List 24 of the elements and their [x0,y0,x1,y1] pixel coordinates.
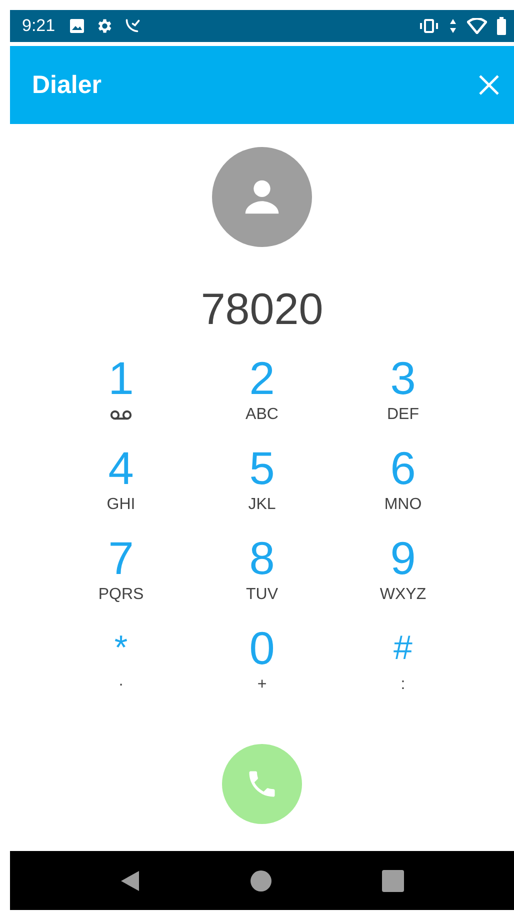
app-title: Dialer [32,70,102,100]
back-button[interactable] [120,870,140,892]
dial-key[interactable]: # : [332,623,474,697]
image-icon [69,18,86,34]
dialed-number: 78020 [200,284,324,336]
vibrate-icon [419,19,439,33]
dial-key[interactable]: 8 TUV [192,533,332,607]
recents-button[interactable] [382,870,404,892]
dial-key[interactable]: 6 MNO [332,443,474,517]
dial-key[interactable]: 4 GHI [50,443,192,517]
battery-icon [497,17,506,35]
dial-key[interactable]: 2 ABC [192,353,332,427]
voicemail-icon [110,410,132,420]
dial-key[interactable]: 5 JKL [192,443,332,517]
dial-key[interactable]: 3 DEF [332,353,474,427]
status-time: 9:21 [22,16,56,36]
dial-key[interactable]: 9 WXYZ [332,533,474,607]
dial-key[interactable]: 0 + [192,623,332,697]
home-button[interactable] [250,870,272,892]
data-arrows-icon [449,18,457,34]
wifi-icon [467,18,487,34]
dial-key[interactable]: 7 PQRS [50,533,192,607]
call-check-icon [123,17,142,35]
dial-key[interactable]: * · [50,623,192,697]
